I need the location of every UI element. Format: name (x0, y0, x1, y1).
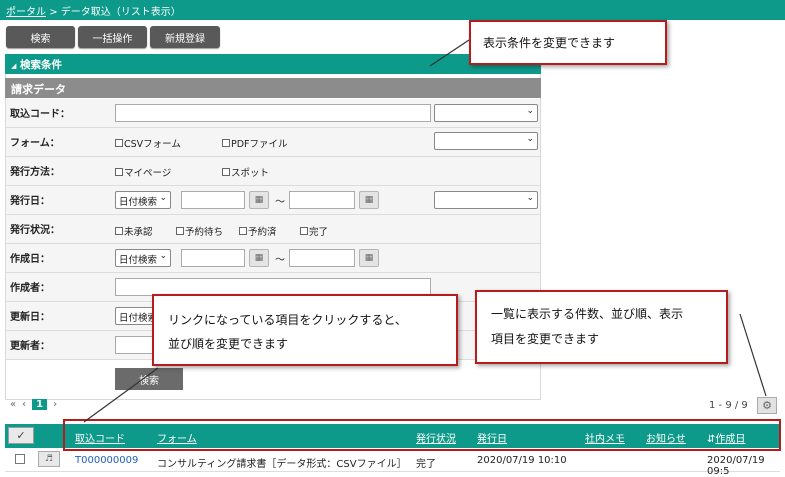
callout-sort-link: リンクになっている項目をクリックすると、 並び順を変更できます (152, 294, 458, 366)
callout-display-conditions: 表示条件を変更できます (469, 20, 667, 65)
callout-list-line1: 一覧に表示する件数、並び順、表示 (491, 307, 684, 321)
callout-list-line2: 項目を変更できます (491, 332, 600, 346)
callout-display-conditions-text: 表示条件を変更できます (483, 36, 616, 50)
callout-connectors (83, 39, 767, 423)
callout-sort-line2: 並び順を変更できます (168, 337, 289, 351)
callout-sort-line1: リンクになっている項目をクリックすると、 (168, 313, 407, 327)
callout-list-settings: 一覧に表示する件数、並び順、表示 項目を変更できます (475, 290, 728, 364)
